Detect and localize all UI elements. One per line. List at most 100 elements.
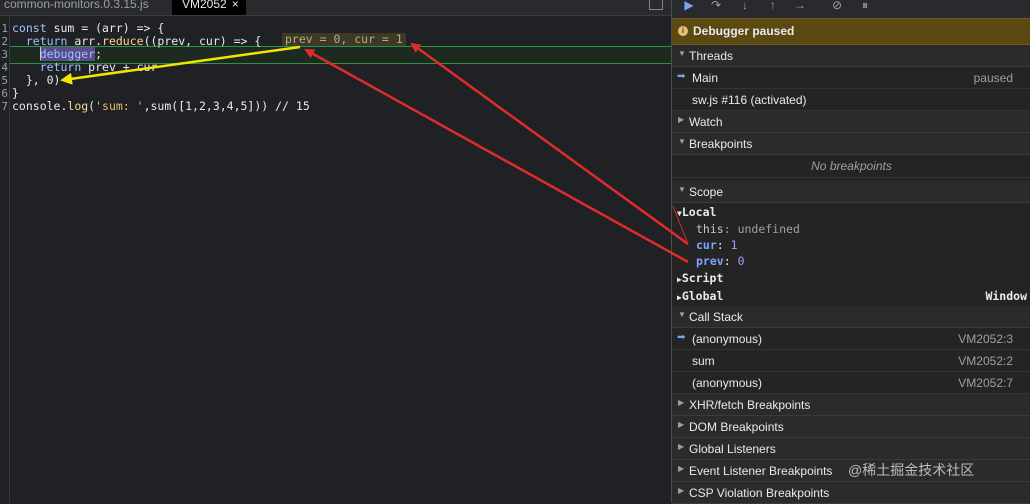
scope-var-cur[interactable]: cur: 1 xyxy=(696,238,738,253)
toggle-sidebar-icon[interactable] xyxy=(649,0,663,10)
code-text: sum = (arr) => { xyxy=(46,21,165,35)
frame-function: (anonymous) xyxy=(692,332,763,346)
function-name: reduce xyxy=(102,34,144,48)
var-name: this xyxy=(696,222,724,236)
keyword: return xyxy=(25,34,68,48)
debugger-statement: debugger xyxy=(39,47,96,61)
pause-on-exceptions-icon[interactable]: ⏸ xyxy=(858,0,872,11)
section-label: CSP Violation Breakpoints xyxy=(689,486,830,500)
frame-function: (anonymous) xyxy=(692,376,763,390)
section-scope[interactable]: ▼ Scope xyxy=(672,181,1030,203)
paused-message: Debugger paused xyxy=(693,24,795,38)
section-label: Breakpoints xyxy=(689,137,753,151)
tab-vm2052[interactable]: VM2052 × xyxy=(172,0,246,15)
scope-var-this[interactable]: this: undefined xyxy=(696,222,800,237)
expand-triangle-icon: ▶ xyxy=(678,464,685,473)
section-label: Watch xyxy=(689,115,723,129)
step-over-icon[interactable]: ↷ xyxy=(709,0,723,11)
global-value: Window xyxy=(985,289,1027,303)
line-number[interactable]: 6 xyxy=(0,87,8,100)
debugger-paused-banner: i Debugger paused xyxy=(672,18,1030,45)
var-separator: : xyxy=(723,222,738,236)
keyword: const xyxy=(12,21,47,35)
section-csp-breakpoints[interactable]: ▶ CSP Violation Breakpoints xyxy=(672,482,1030,504)
inline-variable-values: prev = 0, cur = 1 xyxy=(282,33,406,46)
section-label: Call Stack xyxy=(689,310,744,324)
expand-triangle-icon: ▶ xyxy=(678,398,685,407)
call-frame[interactable]: sum VM2052:2 xyxy=(672,350,1030,372)
tab-label: common-monitors.0.3.15.js xyxy=(4,0,149,11)
code-comment: // 15 xyxy=(268,99,310,113)
call-frame[interactable]: (anonymous) VM2052:7 xyxy=(672,372,1030,394)
expand-triangle-icon: ▶ xyxy=(678,420,685,429)
frame-function: sum xyxy=(692,354,715,368)
string-literal: 'sum: ' xyxy=(95,99,144,113)
thread-sw[interactable]: sw.js #116 (activated) xyxy=(672,89,1030,111)
var-value: 0 xyxy=(737,254,745,268)
debugger-toolbar: ▶ ↷ ↓ ↑ → ⊘ ⏸ xyxy=(672,0,1030,18)
section-threads[interactable]: ▼ Threads xyxy=(672,45,1030,67)
tab-label: VM2052 xyxy=(182,0,227,11)
line-number[interactable]: 5 xyxy=(0,74,8,87)
debugger-sidebar: ▶ ↷ ↓ ↑ → ⊘ ⏸ i Debugger paused ▼ Threads… xyxy=(671,0,1030,504)
expand-triangle-icon: ▶ xyxy=(678,115,685,124)
frame-location: VM2052:7 xyxy=(958,376,1013,390)
var-value: 1 xyxy=(730,238,738,252)
thread-main[interactable]: ➡ Main paused xyxy=(672,67,1030,89)
code-text: ((prev, cur) => { xyxy=(143,34,262,48)
current-thread-arrow-icon: ➡ xyxy=(677,71,686,82)
line-number-gutter: 1 2 3 4 5 6 7 xyxy=(0,15,9,503)
code-line-5[interactable]: }, 0) xyxy=(12,73,61,87)
thread-status: paused xyxy=(973,71,1013,85)
code-text: }, 0) xyxy=(25,73,61,87)
section-call-stack[interactable]: ▼ Call Stack xyxy=(672,306,1030,328)
step-icon[interactable]: → xyxy=(793,0,807,11)
line-number[interactable]: 7 xyxy=(0,100,8,113)
step-out-icon[interactable]: ↑ xyxy=(766,0,780,11)
scope-global[interactable]: ▶Global xyxy=(677,289,723,304)
frame-location: VM2052:2 xyxy=(958,354,1013,368)
scope-label: Local xyxy=(681,205,717,219)
line-number[interactable]: 4 xyxy=(0,61,8,74)
text-cursor xyxy=(40,47,41,60)
deactivate-breakpoints-icon[interactable]: ⊘ xyxy=(830,0,844,11)
var-name: cur xyxy=(696,238,717,252)
line-number[interactable]: 3 xyxy=(0,48,8,61)
var-value: undefined xyxy=(737,222,800,236)
tab-common-monitors[interactable]: common-monitors.0.3.15.js xyxy=(4,0,164,15)
collapse-triangle-icon: ▼ xyxy=(678,310,686,319)
scope-local[interactable]: ▼Local xyxy=(677,205,716,220)
function-name: log xyxy=(67,99,89,113)
line-number[interactable]: 2 xyxy=(0,35,8,48)
section-breakpoints[interactable]: ▼ Breakpoints xyxy=(672,133,1030,155)
code-text: console. xyxy=(12,99,68,113)
scope-script[interactable]: ▶Script xyxy=(677,271,723,286)
code-text: arr. xyxy=(67,34,103,48)
line-number[interactable]: 1 xyxy=(0,22,8,35)
step-into-icon[interactable]: ↓ xyxy=(738,0,752,11)
watermark: @稀土掘金技术社区 xyxy=(848,462,975,478)
call-frame[interactable]: ➡ (anonymous) VM2052:3 xyxy=(672,328,1030,350)
close-icon[interactable]: × xyxy=(232,0,239,11)
keyword: return xyxy=(39,60,82,74)
code-text: } xyxy=(12,86,19,100)
var-separator: : xyxy=(716,238,731,252)
code-line-7[interactable]: console.log('sum: ',sum([1,2,3,4,5])) //… xyxy=(12,100,310,113)
section-label: Event Listener Breakpoints xyxy=(689,464,833,478)
section-global-listeners[interactable]: ▶ Global Listeners xyxy=(672,438,1030,460)
resume-icon[interactable]: ▶ xyxy=(682,0,696,11)
collapse-triangle-icon: ▼ xyxy=(678,49,686,58)
scope-var-prev[interactable]: prev: 0 xyxy=(696,254,745,269)
section-label: Scope xyxy=(689,185,724,199)
collapse-triangle-icon: ▼ xyxy=(678,185,686,194)
no-breakpoints-message: No breakpoints xyxy=(672,155,1030,178)
section-dom-breakpoints[interactable]: ▶ DOM Breakpoints xyxy=(672,416,1030,438)
var-separator: : xyxy=(723,254,738,268)
scope-label: Global xyxy=(681,289,724,303)
section-watch[interactable]: ▶ Watch xyxy=(672,111,1030,133)
current-frame-arrow-icon: ➡ xyxy=(677,332,686,343)
code-text: prev + cur xyxy=(81,60,158,74)
gutter-separator xyxy=(9,15,10,503)
section-xhr-breakpoints[interactable]: ▶ XHR/fetch Breakpoints xyxy=(672,394,1030,416)
code-text: ,sum([1,2,3,4,5])) xyxy=(143,99,269,113)
